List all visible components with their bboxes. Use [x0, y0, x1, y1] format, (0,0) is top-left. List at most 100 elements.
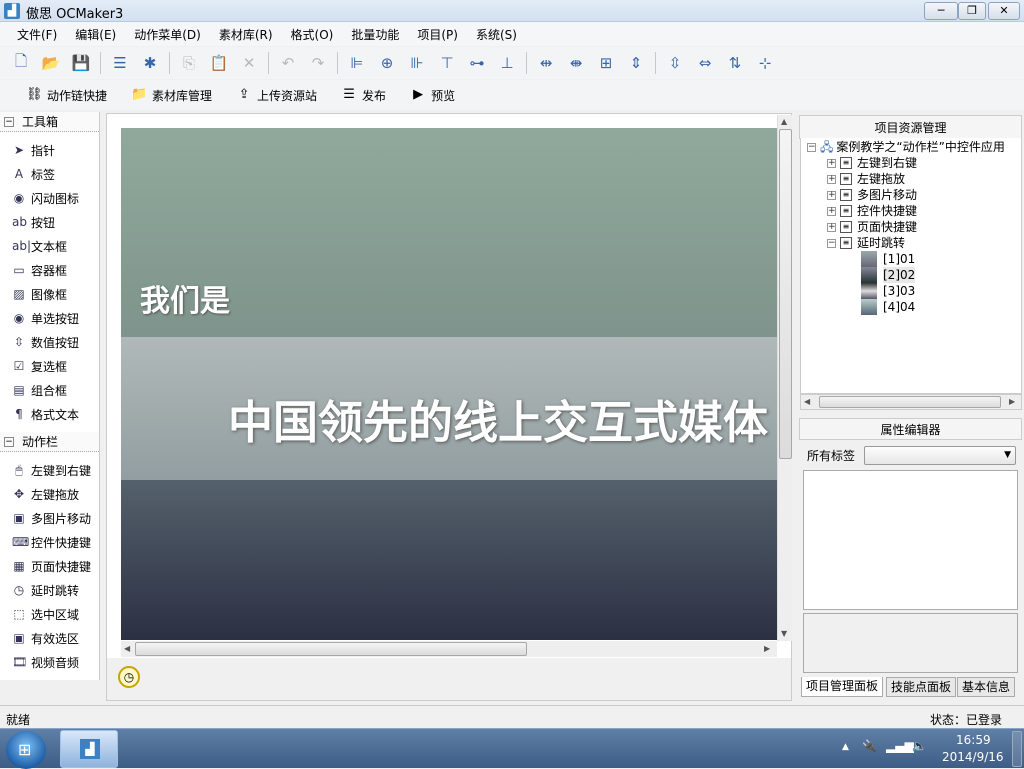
canvas-vertical-scrollbar[interactable]: ▲ ▼: [777, 115, 792, 641]
toolbox-item[interactable]: ➤ 指针: [0, 138, 99, 162]
actionbar-item[interactable]: ▣ 有效选区: [0, 626, 99, 650]
menu-batch[interactable]: 批量功能: [342, 26, 408, 43]
actionbar-item[interactable]: ⬚ 选中区域: [0, 602, 99, 626]
space-vertical-button[interactable]: ⇅: [720, 51, 750, 75]
actionbar-item[interactable]: 🖱 左键到右键: [0, 458, 99, 482]
start-button[interactable]: ⊞: [6, 731, 46, 769]
page-canvas[interactable]: 我们是 中国领先的线上交互式媒体: [121, 128, 777, 640]
tree-page[interactable]: + ≡ 页面快捷键: [827, 219, 917, 235]
taskbar-app-ocmaker[interactable]: ▟: [60, 730, 118, 768]
clock-date[interactable]: 2014/9/16: [942, 750, 1004, 764]
minimize-button[interactable]: ─: [924, 2, 958, 20]
toolbox-item[interactable]: ⇳ 数值按钮: [0, 330, 99, 354]
toolbox-item[interactable]: ◉ 闪动图标: [0, 186, 99, 210]
actionbar-item[interactable]: ▣ 多图片移动: [0, 506, 99, 530]
menu-system[interactable]: 系统(S): [467, 26, 526, 43]
toolbox-header[interactable]: − 工具箱: [0, 112, 99, 132]
canvas-horizontal-scrollbar[interactable]: ◀ ▶: [121, 641, 777, 657]
quick-button-4[interactable]: ▶ 预览: [410, 87, 455, 104]
space-remove-button[interactable]: ⊹: [750, 51, 780, 75]
same-size-button[interactable]: ⊞: [591, 51, 621, 75]
clock-time[interactable]: 16:59: [956, 733, 991, 747]
puzzle-button[interactable]: ✱: [135, 51, 165, 75]
menu-library[interactable]: 素材库(R): [210, 26, 282, 43]
scroll-thumb[interactable]: [135, 642, 527, 656]
tab-basic-info[interactable]: 基本信息: [957, 677, 1016, 697]
tree-page[interactable]: + ≡ 多图片移动: [827, 187, 917, 203]
collapse-icon[interactable]: −: [4, 116, 14, 127]
toolbox-item[interactable]: ▨ 图像框: [0, 282, 99, 306]
save-button[interactable]: 💾: [66, 51, 96, 75]
actionbar-item[interactable]: ◷ 延时跳转: [0, 578, 99, 602]
menu-format[interactable]: 格式(O): [282, 26, 343, 43]
scroll-thumb[interactable]: [819, 396, 1001, 408]
volume-icon[interactable]: 🔈: [912, 739, 927, 753]
expand-icon[interactable]: +: [827, 190, 836, 200]
show-desktop-button[interactable]: [1012, 731, 1022, 767]
quick-button-1[interactable]: 📁 素材库管理: [131, 87, 212, 104]
open-folder-button[interactable]: 📂: [36, 51, 66, 75]
redo-button[interactable]: ↷: [303, 51, 333, 75]
collapse-icon[interactable]: −: [827, 238, 836, 248]
expand-icon[interactable]: +: [827, 206, 836, 216]
quick-button-3[interactable]: ☰ 发布: [341, 87, 386, 104]
distribute-horizontal-button[interactable]: ⇹: [531, 51, 561, 75]
tree-slide[interactable]: [3]03: [861, 283, 915, 299]
new-file-button[interactable]: 🗋: [6, 51, 36, 75]
tree-slide[interactable]: [4]04: [861, 299, 915, 315]
tab-project-panel[interactable]: 项目管理面板: [801, 677, 884, 697]
quick-button-0[interactable]: ⛓ 动作链快捷: [26, 87, 107, 104]
tree-page[interactable]: + ≡ 左键到右键: [827, 155, 917, 171]
menu-edit[interactable]: 编辑(E): [66, 26, 125, 43]
paste-button[interactable]: 📋: [204, 51, 234, 75]
quick-button-2[interactable]: ⇪ 上传资源站: [236, 87, 317, 104]
toolbox-item[interactable]: ¶ 格式文本: [0, 402, 99, 426]
delete-button[interactable]: ✕: [234, 51, 264, 75]
actionbar-item[interactable]: ✥ 左键拖放: [0, 482, 99, 506]
maximize-button[interactable]: ❐: [958, 2, 986, 20]
undo-button[interactable]: ↶: [273, 51, 303, 75]
align-right-button[interactable]: ⊪: [402, 51, 432, 75]
align-left-button[interactable]: ⊫: [342, 51, 372, 75]
toolbox-item[interactable]: ◉ 单选按钮: [0, 306, 99, 330]
tree-page[interactable]: + ≡ 控件快捷键: [827, 203, 917, 219]
close-button[interactable]: ✕: [988, 2, 1020, 20]
menu-file[interactable]: 文件(F): [8, 26, 66, 43]
menu-project[interactable]: 项目(P): [408, 26, 467, 43]
power-icon[interactable]: 🔌: [862, 739, 877, 753]
expand-icon[interactable]: +: [827, 158, 836, 168]
space-horizontal-button[interactable]: ⇔: [690, 51, 720, 75]
tag-filter-select[interactable]: ▼: [864, 446, 1016, 465]
tab-skill-panel[interactable]: 技能点面板: [886, 677, 957, 697]
same-height-button[interactable]: ⇕: [621, 51, 651, 75]
collapse-icon[interactable]: −: [807, 142, 816, 152]
toolbox-item[interactable]: ▤ 组合框: [0, 378, 99, 402]
tree-root[interactable]: − 🖧 案例教学之“动作栏”中控件应用: [807, 139, 1005, 155]
tree-slide[interactable]: [1]01: [861, 251, 915, 267]
actionbar-header[interactable]: − 动作栏: [0, 432, 99, 452]
actionbar-item[interactable]: ▦ 页面快捷键: [0, 554, 99, 578]
tree-page[interactable]: + ≡ 左键拖放: [827, 171, 905, 187]
toolbox-item[interactable]: ▭ 容器框: [0, 258, 99, 282]
tree-slide[interactable]: [2]02: [861, 267, 916, 283]
toolbox-item[interactable]: ab 按钮: [0, 210, 99, 234]
menu-action[interactable]: 动作菜单(D): [125, 26, 210, 43]
scroll-thumb[interactable]: [779, 129, 792, 459]
collapse-icon[interactable]: −: [4, 436, 14, 447]
same-width-button[interactable]: ⇼: [561, 51, 591, 75]
expand-icon[interactable]: +: [827, 174, 836, 184]
actionbar-item[interactable]: 🎞 视频音频: [0, 650, 99, 674]
tree-horizontal-scrollbar[interactable]: ◀ ▶: [800, 394, 1022, 410]
properties-button[interactable]: ☰: [105, 51, 135, 75]
toolbox-item[interactable]: ab| 文本框: [0, 234, 99, 258]
canvas-text-2[interactable]: 中国领先的线上交互式媒体: [228, 386, 768, 451]
distribute-vertical-button[interactable]: ⇳: [660, 51, 690, 75]
actionbar-item[interactable]: ⌨ 控件快捷键: [0, 530, 99, 554]
timer-icon[interactable]: ◷: [118, 666, 140, 688]
copy-button[interactable]: ⎘: [174, 51, 204, 75]
toolbox-item[interactable]: ☑ 复选框: [0, 354, 99, 378]
toolbox-item[interactable]: A 标签: [0, 162, 99, 186]
align-center-button[interactable]: ⊕: [372, 51, 402, 75]
align-middle-button[interactable]: ⊶: [462, 51, 492, 75]
network-signal-icon[interactable]: ▂▄▆: [886, 739, 914, 753]
